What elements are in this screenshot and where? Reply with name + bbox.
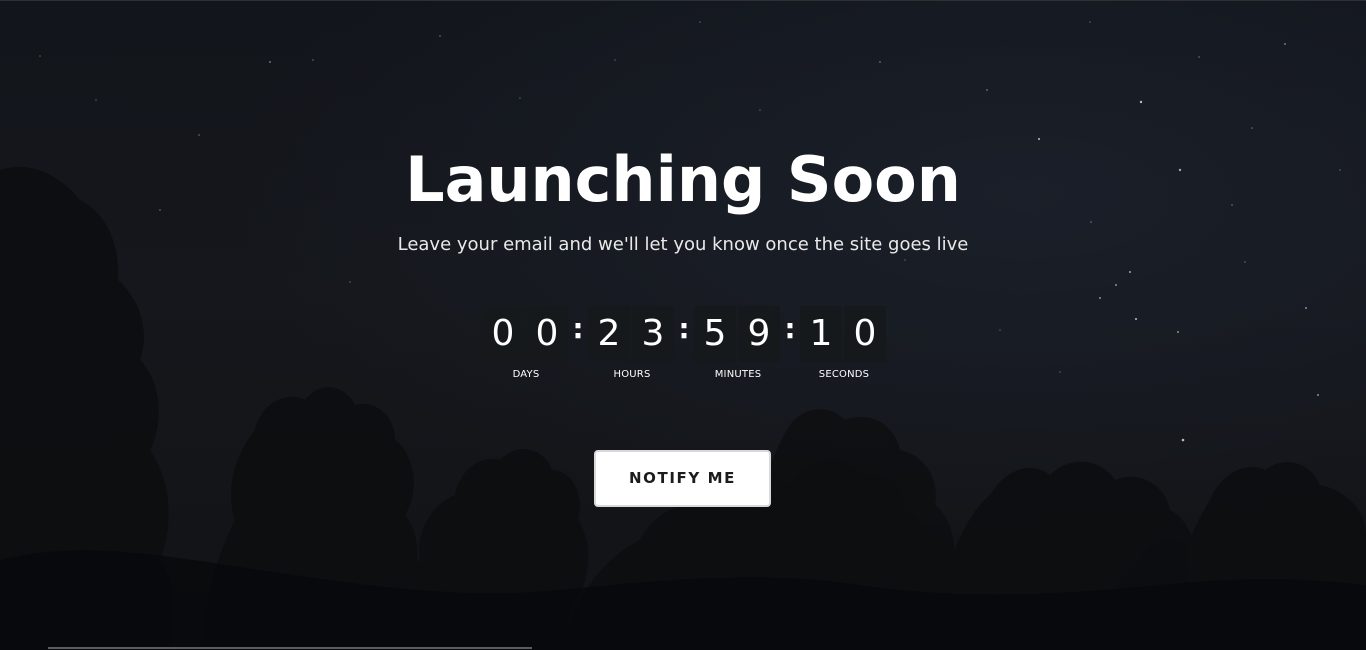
hours-digits: 2 3 bbox=[586, 306, 678, 362]
page-background: Launching Soon Leave your email and we'l… bbox=[0, 0, 1366, 650]
minutes-label: MINUTES bbox=[714, 369, 762, 380]
seconds-label: SECONDS bbox=[818, 369, 870, 380]
countdown-minutes: 5 9 MINUTES bbox=[692, 306, 784, 386]
days-digit-2: 0 bbox=[526, 306, 568, 362]
page-title: Launching Soon bbox=[405, 143, 961, 216]
bottom-scroll-indicator bbox=[48, 647, 532, 649]
countdown-seconds: 1 0 SECONDS bbox=[798, 306, 890, 386]
minutes-digit-1: 5 bbox=[694, 306, 736, 362]
hours-digit-2: 3 bbox=[632, 306, 674, 362]
seconds-digits: 1 0 bbox=[798, 306, 890, 362]
countdown-separator: : bbox=[678, 312, 690, 345]
countdown-separator: : bbox=[572, 312, 584, 345]
hours-label: HOURS bbox=[613, 369, 651, 380]
countdown-hours: 2 3 HOURS bbox=[586, 306, 678, 386]
notify-me-button[interactable]: NOTIFY ME bbox=[594, 450, 771, 507]
minutes-digit-2: 9 bbox=[738, 306, 780, 362]
countdown-separator: : bbox=[784, 312, 796, 345]
countdown-days: 0 0 DAYS bbox=[480, 306, 572, 386]
page-subtitle: Leave your email and we'll let you know … bbox=[397, 234, 969, 255]
hours-digit-1: 2 bbox=[588, 306, 630, 362]
countdown-timer: 0 0 DAYS : 2 3 HOURS : 5 9 MINUTES: 1 0… bbox=[480, 306, 886, 386]
days-label: DAYS bbox=[512, 369, 540, 380]
seconds-digit-2: 0 bbox=[844, 306, 886, 362]
hero-section: Launching Soon Leave your email and we'l… bbox=[0, 0, 1366, 650]
days-digit-1: 0 bbox=[482, 306, 524, 362]
days-digits: 0 0 bbox=[480, 306, 572, 362]
seconds-digit-1: 1 bbox=[800, 306, 842, 362]
minutes-digits: 5 9 bbox=[692, 306, 784, 362]
